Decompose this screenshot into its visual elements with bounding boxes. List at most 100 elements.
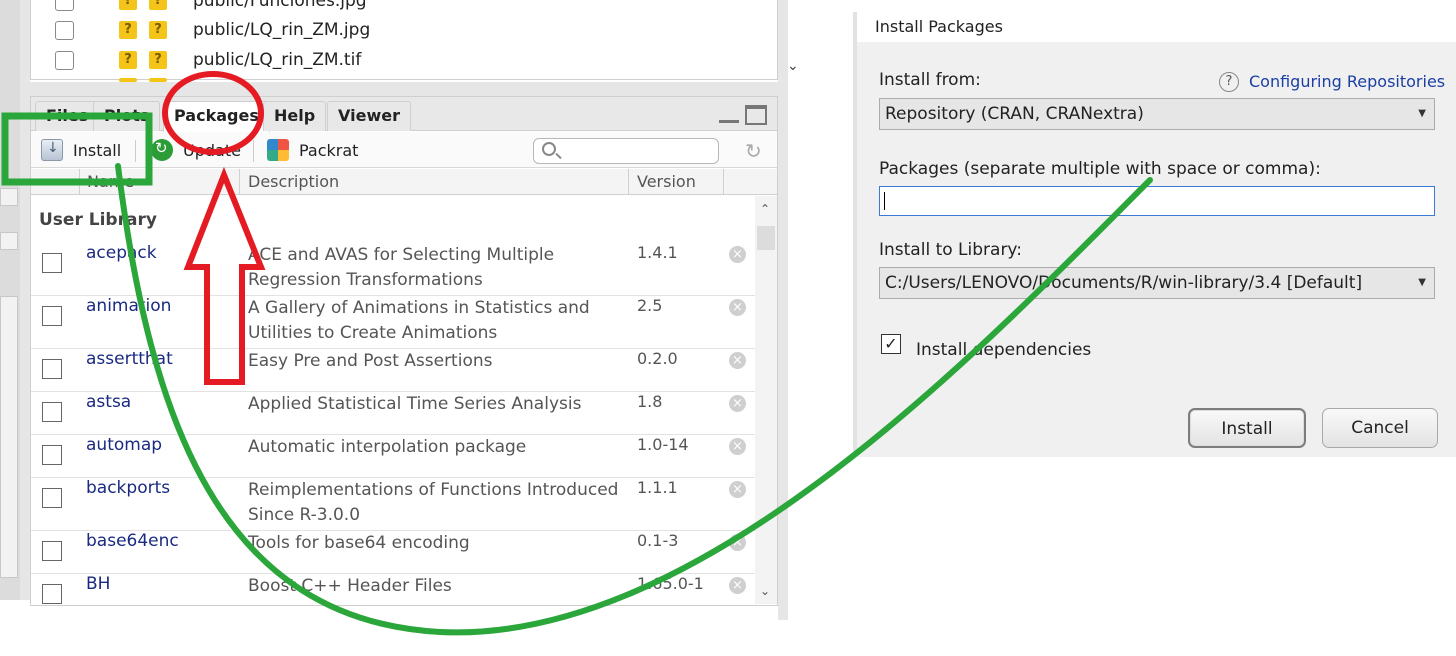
package-search-input[interactable]	[533, 138, 719, 164]
tab-plots[interactable]: Plots	[93, 101, 161, 131]
refresh-icon[interactable]: ↻	[745, 139, 762, 163]
packages-input[interactable]	[879, 186, 1435, 216]
left-scroll-track[interactable]	[0, 296, 18, 578]
file-name[interactable]: public/LQ_rin_ZM.jpg	[193, 20, 370, 40]
package-checkbox[interactable]	[42, 359, 62, 379]
file-row[interactable]: ? ? public/LQ_rin_ZM.tif	[31, 45, 751, 75]
remove-package-icon[interactable]: ×	[729, 299, 746, 316]
package-checkbox[interactable]	[42, 584, 62, 604]
packages-pane: Files Plots Packages Help Viewer Install…	[30, 96, 778, 606]
package-name[interactable]: automap	[86, 435, 162, 455]
install-dependencies-checkbox[interactable]: ✓	[881, 334, 901, 354]
package-name[interactable]: base64enc	[86, 531, 179, 551]
package-version: 2.5	[637, 296, 663, 315]
scroll-thumb[interactable]	[757, 226, 775, 250]
tab-files[interactable]: Files	[35, 101, 100, 131]
scroll-down-icon[interactable]: ⌄	[787, 58, 799, 74]
remove-package-icon[interactable]: ×	[729, 534, 746, 551]
package-checkbox[interactable]	[42, 488, 62, 508]
unknown-file-icon: ?	[149, 51, 167, 69]
package-version: 1.65.0-1	[637, 574, 704, 593]
pane-border	[778, 0, 788, 620]
install-packages-dialog: Install Packages Install from: ? Configu…	[857, 12, 1456, 457]
package-name[interactable]: astsa	[86, 392, 131, 412]
table-row: animation A Gallery of Animations in Sta…	[31, 296, 755, 349]
pane-splitter-horizontal[interactable]	[20, 82, 782, 96]
tab-viewer[interactable]: Viewer	[327, 101, 411, 131]
table-row: base64enc Tools for base64 encoding 0.1-…	[31, 531, 755, 574]
package-checkbox[interactable]	[42, 445, 62, 465]
unknown-file-icon: ?	[149, 21, 167, 39]
package-version: 1.8	[637, 392, 663, 411]
unknown-file-icon: ?	[119, 21, 137, 39]
remove-package-icon[interactable]: ×	[729, 395, 746, 412]
file-name[interactable]: public/LQ_rin_ZM.tif	[193, 50, 361, 70]
dialog-title: Install Packages	[857, 12, 1456, 42]
unknown-file-icon	[119, 78, 137, 82]
package-name[interactable]: BH	[86, 574, 110, 594]
file-checkbox[interactable]	[55, 50, 74, 70]
install-from-value: Repository (CRAN, CRANextra)	[885, 104, 1144, 124]
file-row[interactable]: ? ? public/LQ_rin_ZM.jpg	[31, 15, 751, 45]
help-icon[interactable]: ?	[1219, 72, 1239, 92]
section-user-library: User Library	[39, 210, 157, 230]
minimize-icon[interactable]	[719, 111, 739, 123]
package-version: 0.2.0	[637, 349, 678, 368]
unknown-file-icon: ?	[149, 0, 167, 10]
dialog-install-button[interactable]: Install	[1188, 408, 1306, 448]
package-description: A Gallery of Animations in Statistics an…	[248, 298, 590, 343]
collapse-handle-2[interactable]	[0, 232, 18, 250]
package-description: Automatic interpolation package	[248, 437, 527, 457]
maximize-icon[interactable]	[745, 105, 767, 125]
header-divider	[239, 169, 240, 195]
remove-package-icon[interactable]: ×	[729, 438, 746, 455]
header-name[interactable]: Name	[87, 172, 134, 191]
install-dependencies-label: Install dependencies	[916, 340, 1092, 360]
package-checkbox[interactable]	[42, 402, 62, 422]
package-name[interactable]: acepack	[86, 243, 157, 263]
package-name[interactable]: animation	[86, 296, 171, 316]
toolbar-separator	[135, 140, 136, 162]
packrat-label: Packrat	[299, 140, 359, 160]
update-button[interactable]: Update	[151, 138, 241, 162]
file-row[interactable]: ? ? public/Funciones.jpg	[31, 0, 751, 16]
package-description: Reimplementations of Functions Introduce…	[248, 480, 619, 525]
file-checkbox[interactable]	[55, 20, 74, 40]
packages-scrollbar[interactable]: ⌃ ⌄	[755, 196, 777, 604]
library-select[interactable]: C:/Users/LENOVO/Documents/R/win-library/…	[879, 267, 1435, 299]
package-description: Easy Pre and Post Assertions	[248, 351, 493, 371]
header-divider	[628, 169, 629, 195]
package-checkbox[interactable]	[42, 541, 62, 561]
package-description: Tools for base64 encoding	[248, 533, 470, 553]
header-description[interactable]: Description	[248, 172, 339, 191]
configuring-repositories-link[interactable]: Configuring Repositories	[1249, 72, 1445, 91]
package-name[interactable]: backports	[86, 478, 170, 498]
header-version[interactable]: Version	[637, 172, 696, 191]
package-checkbox[interactable]	[42, 306, 62, 326]
file-name[interactable]: public/Funciones.jpg	[193, 0, 367, 11]
packages-table-body: User Library acepack ACE and AVAS for Se…	[31, 196, 755, 604]
scroll-up-icon[interactable]: ⌃	[760, 202, 770, 216]
remove-package-icon[interactable]: ×	[729, 577, 746, 594]
tab-packages[interactable]: Packages	[163, 101, 270, 132]
install-from-select[interactable]: Repository (CRAN, CRANextra) ▼	[879, 98, 1435, 130]
package-name[interactable]: assertthat	[86, 349, 173, 369]
unknown-file-icon: ?	[119, 0, 137, 10]
tab-help[interactable]: Help	[263, 101, 327, 131]
dialog-cancel-button[interactable]: Cancel	[1322, 408, 1438, 448]
package-version: 1.4.1	[637, 243, 678, 262]
package-checkbox[interactable]	[42, 253, 62, 273]
scroll-down-icon[interactable]: ⌄	[760, 584, 770, 598]
packrat-button[interactable]: Packrat	[267, 138, 358, 162]
chevron-down-icon: ▼	[1418, 277, 1426, 288]
header-divider	[79, 169, 80, 195]
remove-package-icon[interactable]: ×	[729, 246, 746, 263]
file-checkbox[interactable]	[55, 0, 74, 11]
collapse-handle[interactable]	[0, 188, 18, 206]
left-pane-strip	[0, 0, 20, 600]
remove-package-icon[interactable]: ×	[729, 352, 746, 369]
pane-tabbar: Files Plots Packages Help Viewer	[31, 97, 777, 132]
remove-package-icon[interactable]: ×	[729, 481, 746, 498]
install-button[interactable]: Install	[41, 138, 121, 162]
table-row: acepack ACE and AVAS for Selecting Multi…	[31, 243, 755, 296]
